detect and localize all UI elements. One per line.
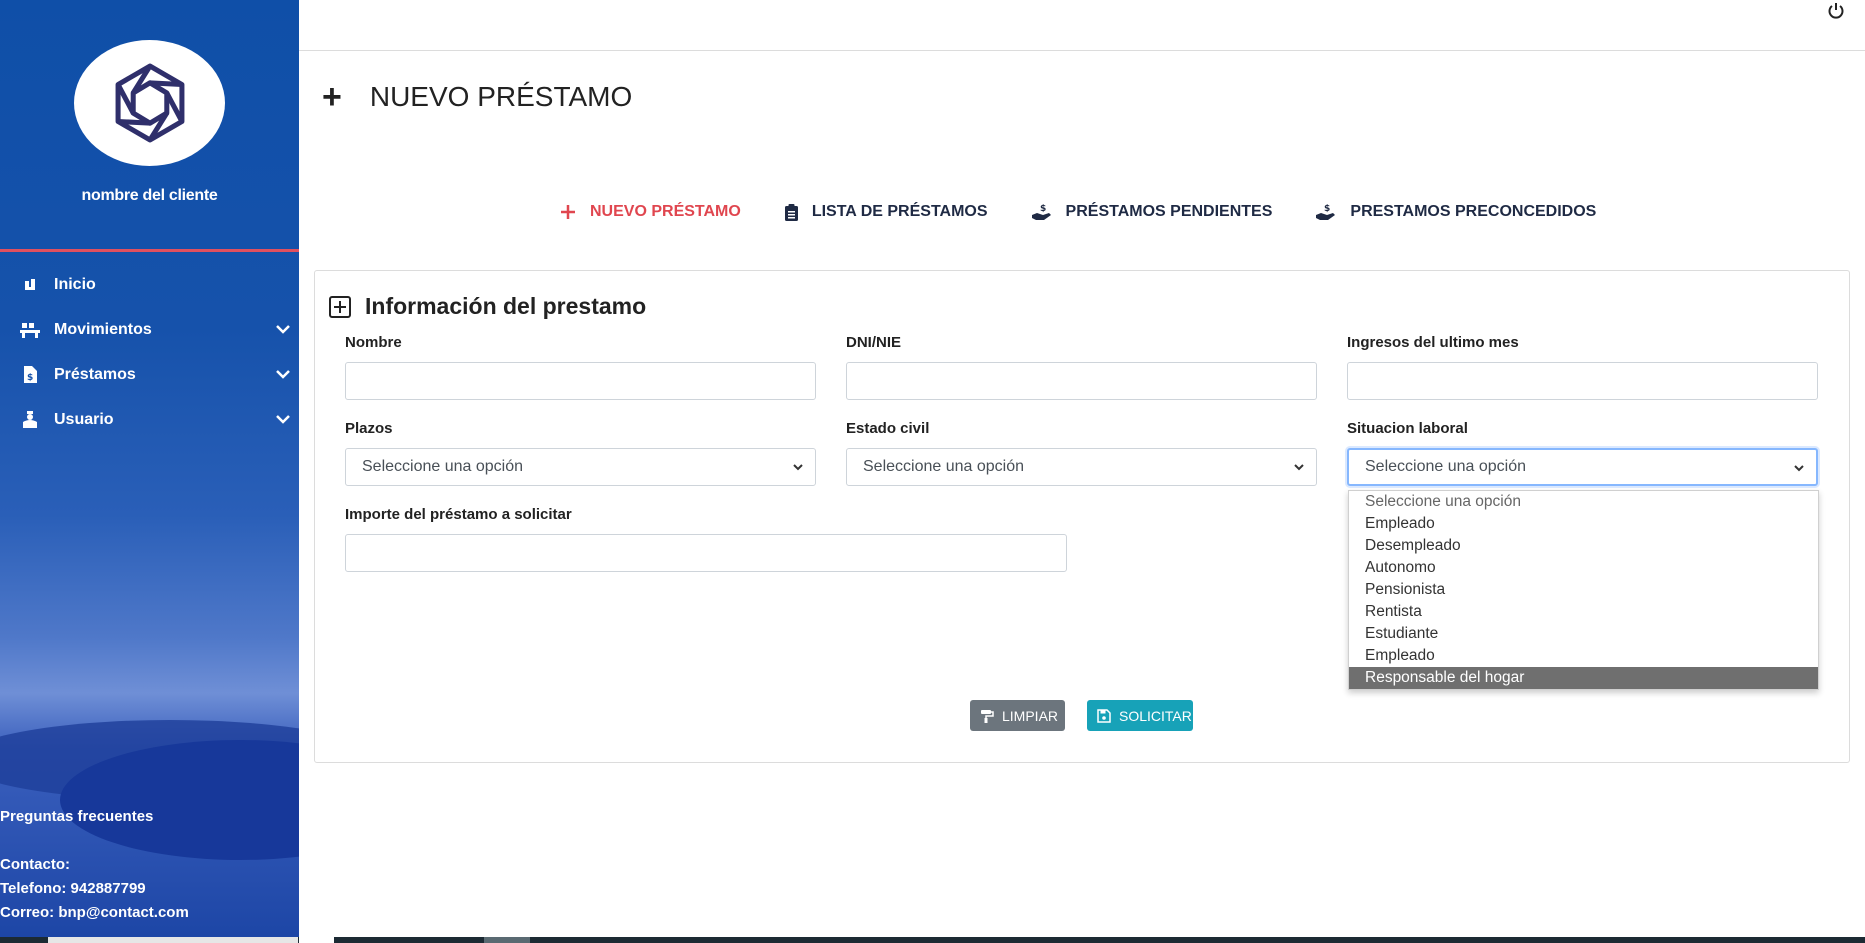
submit-button[interactable]: SOLICITAR xyxy=(1087,700,1193,731)
movements-icon xyxy=(20,321,40,339)
top-bar xyxy=(299,0,1865,51)
importe-input[interactable] xyxy=(345,534,1067,572)
plus-icon: + xyxy=(322,78,342,116)
chevron-down-icon xyxy=(276,325,290,334)
chevron-down-icon xyxy=(793,464,803,471)
bottom-bar-segment xyxy=(484,937,530,943)
dropdown-option[interactable]: Estudiante xyxy=(1349,623,1818,645)
svg-text:$: $ xyxy=(1040,204,1046,214)
tab-lista-prestamos[interactable]: LISTA DE PRÉSTAMOS xyxy=(784,203,988,221)
chevron-down-icon xyxy=(276,415,290,424)
situacion-label: Situacion laboral xyxy=(1347,420,1468,437)
plazos-select[interactable]: Seleccione una opción xyxy=(345,448,816,486)
tab-prestamos-pendientes[interactable]: $ PRÉSTAMOS PENDIENTES xyxy=(1031,203,1273,221)
importe-label: Importe del préstamo a solicitar xyxy=(345,506,572,523)
contact-phone: Telefono: 942887799 xyxy=(0,880,146,897)
home-icon xyxy=(20,276,40,294)
submit-button-label: SOLICITAR xyxy=(1119,707,1192,724)
dropdown-option[interactable]: Seleccione una opción xyxy=(1349,491,1818,513)
clear-button-label: LIMPIAR xyxy=(1002,707,1059,724)
svg-text:$: $ xyxy=(1324,204,1330,214)
plazos-label: Plazos xyxy=(345,420,393,437)
nombre-input[interactable] xyxy=(345,362,816,400)
dni-input[interactable] xyxy=(846,362,1317,400)
sidebar-item-label: Préstamos xyxy=(54,365,136,383)
sidebar-divider xyxy=(0,249,299,252)
user-icon xyxy=(20,411,40,429)
sidebar-menu: Inicio Movimientos $ Préstamos Usuario xyxy=(0,262,299,442)
page-title-text: NUEVO PRÉSTAMO xyxy=(369,81,633,112)
plus-square-icon xyxy=(329,295,351,318)
page-title: + NUEVO PRÉSTAMO xyxy=(322,80,632,114)
dropdown-option-highlighted[interactable]: Responsable del hogar xyxy=(1349,667,1818,689)
dropdown-option[interactable]: Desempleado xyxy=(1349,535,1818,557)
dropdown-option[interactable]: Autonomo xyxy=(1349,557,1818,579)
tab-label: PRÉSTAMOS PENDIENTES xyxy=(1065,203,1273,220)
paint-roller-icon xyxy=(980,709,994,723)
tab-bar: NUEVO PRÉSTAMO LISTA DE PRÉSTAMOS $ PRÉS… xyxy=(560,203,1640,221)
tab-label: NUEVO PRÉSTAMO xyxy=(590,203,741,220)
hand-money-icon: $ xyxy=(1316,203,1336,221)
bottom-bar-segment xyxy=(299,937,334,943)
situacion-select[interactable]: Seleccione una opción xyxy=(1347,448,1818,486)
sidebar-item-usuario[interactable]: Usuario xyxy=(0,397,299,442)
dropdown-option[interactable]: Empleado xyxy=(1349,513,1818,535)
clipboard-icon xyxy=(784,203,798,221)
faq-link[interactable]: Preguntas frecuentes xyxy=(0,805,189,829)
select-value: Seleccione una opción xyxy=(1365,458,1527,475)
tab-nuevo-prestamo[interactable]: NUEVO PRÉSTAMO xyxy=(560,203,741,221)
chevron-down-icon xyxy=(1794,465,1804,472)
tab-prestamos-preconcedidos[interactable]: $ PRESTAMOS PRECONCEDIDOS xyxy=(1316,203,1596,221)
dni-label: DNI/NIE xyxy=(846,334,902,351)
svg-text:$: $ xyxy=(27,373,33,383)
hand-money-icon: $ xyxy=(1031,203,1052,221)
situacion-dropdown: Seleccione una opción Empleado Desemplea… xyxy=(1348,490,1819,690)
sidebar-item-label: Inicio xyxy=(54,275,96,293)
contact-email: Correo: bnp@contact.com xyxy=(0,904,189,921)
save-icon xyxy=(1097,708,1111,723)
sidebar-footer: Preguntas frecuentes Contacto: Telefono:… xyxy=(0,805,189,925)
sidebar-item-label: Movimientos xyxy=(54,320,152,338)
tab-label: PRESTAMOS PRECONCEDIDOS xyxy=(1350,203,1597,220)
sidebar: nombre del cliente Inicio Movimientos $ … xyxy=(0,0,299,937)
select-value: Seleccione una opción xyxy=(863,458,1025,475)
bottom-bar-segment xyxy=(48,937,298,943)
loan-document-icon: $ xyxy=(20,366,40,384)
plus-icon xyxy=(560,204,576,220)
select-value: Seleccione una opción xyxy=(362,458,524,475)
card-title: Información del prestamo xyxy=(365,293,647,319)
dropdown-option[interactable]: Rentista xyxy=(1349,601,1818,623)
ingresos-label: Ingresos del ultimo mes xyxy=(1347,334,1519,351)
logo xyxy=(74,40,225,166)
dropdown-option[interactable]: Pensionista xyxy=(1349,579,1818,601)
estado-civil-select[interactable]: Seleccione una opción xyxy=(846,448,1317,486)
chevron-down-icon xyxy=(1294,464,1304,471)
power-icon[interactable] xyxy=(1827,2,1845,20)
sidebar-item-prestamos[interactable]: $ Préstamos xyxy=(0,352,299,397)
tab-label: LISTA DE PRÉSTAMOS xyxy=(811,203,988,220)
chevron-down-icon xyxy=(276,370,290,379)
bottom-bar xyxy=(0,937,1865,943)
estado-civil-label: Estado civil xyxy=(846,420,930,437)
logo-icon xyxy=(115,63,184,143)
card-header: Información del prestamo xyxy=(329,293,646,320)
nombre-label: Nombre xyxy=(345,334,402,351)
client-name: nombre del cliente xyxy=(81,187,218,204)
sidebar-item-movimientos[interactable]: Movimientos xyxy=(0,307,299,352)
clear-button[interactable]: LIMPIAR xyxy=(970,700,1065,731)
contact-title: Contacto: xyxy=(0,856,70,873)
sidebar-item-label: Usuario xyxy=(54,410,114,428)
sidebar-item-inicio[interactable]: Inicio xyxy=(0,262,299,307)
ingresos-input[interactable] xyxy=(1347,362,1818,400)
dropdown-option[interactable]: Empleado xyxy=(1349,645,1818,667)
